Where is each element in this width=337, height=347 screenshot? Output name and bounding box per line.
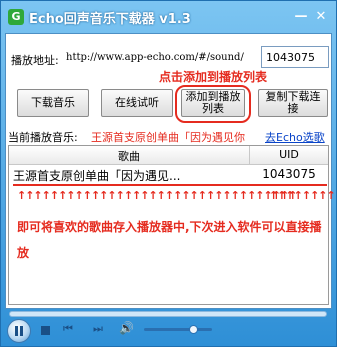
next-icon[interactable]: ⏭: [93, 323, 105, 335]
annotation-arrows-left: ↑↑↑↑↑↑↑↑↑↑↑↑↑↑↑↑↑↑↑↑↑↑↑↑↑↑↑↑↑↑↑↑↑↑: [17, 189, 297, 202]
pause-icon: [14, 326, 24, 336]
speaker-icon[interactable]: 🔊: [119, 322, 134, 334]
playlist-table: 歌曲 UID 王源首支原创单曲「因为遇见... 1043075 ↑↑↑↑↑↑↑↑…: [8, 145, 336, 305]
now-playing-title: 王源首支原创单曲「因为遇见你: [91, 131, 245, 144]
column-header-song[interactable]: 歌曲: [9, 148, 249, 164]
app-window: G Echo回声音乐下载器 v1.3 — ✕ 播放地址: http://www.…: [0, 0, 337, 347]
player-bar: ⏮ ⏭ 🔊: [1, 309, 336, 346]
row-song: 王源首支原创单曲「因为遇见...: [13, 169, 181, 183]
download-button[interactable]: 下载音乐: [17, 89, 89, 117]
url-prefix: http://www.app-echo.com/#/sound/: [66, 52, 244, 63]
seek-bar[interactable]: [9, 311, 327, 317]
window-title: Echo回声音乐下载器 v1.3: [29, 12, 191, 27]
previous-icon[interactable]: ⏮: [63, 323, 75, 335]
stop-icon[interactable]: [41, 326, 50, 335]
annotation-underline: [13, 184, 327, 186]
pause-button[interactable]: [7, 319, 31, 343]
close-icon[interactable]: ✕: [313, 9, 329, 25]
annotation-highlight-ring: [175, 85, 251, 123]
sound-id-input[interactable]: [261, 46, 329, 68]
annotation-arrows-right: ↑↑↑↑↑↑↑↑: [269, 189, 336, 202]
table-header: 歌曲 UID: [9, 146, 328, 165]
annotation-add-to-playlist: 点击添加到播放列表: [159, 70, 268, 84]
minimize-icon[interactable]: —: [293, 9, 309, 25]
title-bar[interactable]: G Echo回声音乐下载器 v1.3 — ✕: [1, 1, 336, 33]
listen-online-button[interactable]: 在线试听: [101, 89, 173, 117]
app-logo-icon: G: [8, 9, 24, 25]
volume-knob[interactable]: [189, 325, 198, 334]
copy-download-link-button[interactable]: 复制下载连接: [258, 89, 328, 117]
copy-label-line2: 接: [287, 102, 299, 115]
column-header-uid[interactable]: UID: [250, 148, 328, 161]
browse-echo-link[interactable]: 去Echo选歌: [265, 129, 325, 145]
row-uid: 1043075: [262, 167, 316, 181]
url-label: 播放地址:: [11, 54, 59, 67]
annotation-note: 即可将喜欢的歌曲存入播放器中,下次进入软件可以直接播放: [17, 220, 322, 260]
now-playing-label: 当前播放音乐:: [8, 131, 78, 144]
copy-download-link-label: 复制下载连接: [266, 91, 321, 115]
listen-online-button-label: 在线试听: [115, 96, 159, 109]
main-panel: 播放地址: http://www.app-echo.com/#/sound/ 点…: [5, 33, 336, 309]
volume-slider[interactable]: [144, 328, 212, 331]
download-button-label: 下载音乐: [31, 96, 75, 109]
